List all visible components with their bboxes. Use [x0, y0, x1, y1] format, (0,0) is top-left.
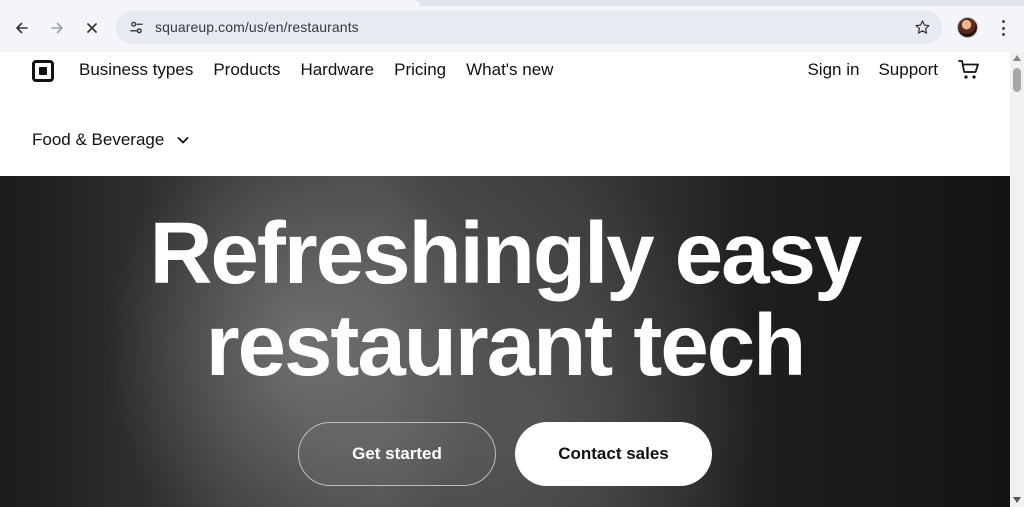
category-label: Food & Beverage — [32, 130, 165, 149]
scroll-thumb[interactable] — [1013, 68, 1021, 92]
scroll-up-arrow[interactable] — [1013, 55, 1021, 61]
profile-avatar[interactable] — [957, 17, 978, 38]
arrow-right-icon — [51, 22, 63, 34]
arrow-left-icon — [16, 22, 28, 34]
hero-section: Refreshingly easy restaurant tech Get st… — [0, 176, 1010, 507]
menu-dot — [1001, 33, 1005, 36]
nav-pricing[interactable]: Pricing — [394, 60, 446, 80]
page-scrollbar[interactable] — [1010, 52, 1024, 507]
sign-in-link[interactable]: Sign in — [807, 60, 859, 80]
address-bar[interactable]: squareup.com/us/en/restaurants — [116, 11, 942, 44]
cart-icon[interactable] — [957, 58, 981, 82]
browser-menu-button[interactable] — [996, 17, 1010, 39]
category-dropdown[interactable]: Food & Beverage — [32, 130, 190, 150]
bookmark-button[interactable] — [912, 17, 932, 37]
close-icon — [87, 23, 97, 33]
star-icon — [914, 19, 930, 34]
menu-dot — [1001, 26, 1005, 30]
nav-hardware[interactable]: Hardware — [300, 60, 374, 80]
chevron-down-icon — [177, 137, 189, 144]
contact-sales-button[interactable]: Contact sales — [515, 422, 712, 486]
headline-line-2: restaurant tech — [205, 297, 807, 394]
primary-nav: Business types Products Hardware Pricing… — [79, 60, 573, 80]
forward-button[interactable] — [43, 14, 71, 42]
headline-line-1: Refreshingly easy — [149, 205, 863, 302]
url-text[interactable]: squareup.com/us/en/restaurants — [155, 19, 359, 35]
page-viewport: Business types Products Hardware Pricing… — [0, 52, 1010, 507]
support-link[interactable]: Support — [878, 60, 938, 80]
stop-loading-button[interactable] — [78, 14, 106, 42]
site-info-button[interactable] — [124, 15, 149, 40]
menu-dot — [1001, 20, 1005, 23]
scroll-down-arrow[interactable] — [1013, 497, 1021, 503]
nav-whats-new[interactable]: What's new — [466, 60, 553, 80]
nav-products[interactable]: Products — [213, 60, 280, 80]
square-logo[interactable] — [32, 60, 54, 82]
tab-strip — [0, 0, 1024, 6]
account-nav: Sign in Support — [788, 60, 938, 80]
nav-business-types[interactable]: Business types — [79, 60, 193, 80]
active-tab[interactable] — [0, 0, 420, 6]
browser-toolbar: squareup.com/us/en/restaurants — [0, 0, 1024, 52]
get-started-button[interactable]: Get started — [298, 422, 496, 486]
back-button[interactable] — [8, 14, 36, 42]
tune-icon — [130, 21, 143, 34]
hero-headline: Refreshingly easy restaurant tech — [0, 208, 1010, 392]
